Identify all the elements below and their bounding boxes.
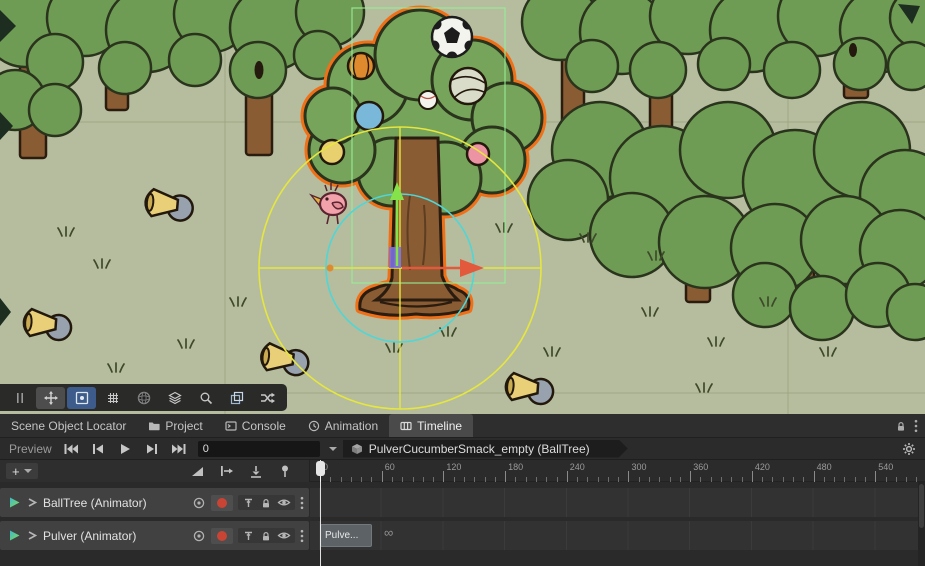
record-button[interactable] xyxy=(211,528,233,544)
panel-tab-bar: Scene Object Locator Project Console Ani… xyxy=(0,414,925,438)
cube-icon xyxy=(351,443,363,455)
tab-label: Animation xyxy=(325,419,378,433)
preview-toggle-button[interactable]: Preview xyxy=(4,442,57,456)
timeline-playback-bar: Preview 0 PulverCucumberSmack_empty (Bal… xyxy=(0,438,925,460)
zoom-tool[interactable] xyxy=(191,387,220,409)
track-name: BallTree (Animator) xyxy=(43,496,147,510)
scene-view[interactable] xyxy=(0,0,925,414)
sphere-tool[interactable] xyxy=(129,387,158,409)
track-lane-pulver[interactable]: Pulve... ∞ xyxy=(310,521,918,550)
tab-timeline[interactable]: Timeline xyxy=(389,414,473,437)
timeline-tracks-area[interactable]: BallTree (Animator) Pulver (Animator) xyxy=(0,482,925,566)
eye-icon[interactable] xyxy=(277,497,291,508)
track-toggles xyxy=(238,528,295,543)
volleyball-sprite xyxy=(450,68,486,104)
timeline-header: + 060120180240300360420480540 xyxy=(0,460,925,482)
scene-preview-icon[interactable] xyxy=(192,496,206,510)
track-header-pulver[interactable]: Pulver (Animator) xyxy=(0,521,309,550)
track-header-balltree[interactable]: BallTree (Animator) xyxy=(0,488,309,517)
animator-track-icon xyxy=(8,529,21,542)
go-to-end-button[interactable] xyxy=(167,440,192,458)
play-button[interactable] xyxy=(113,440,138,458)
dropdown-caret-icon[interactable] xyxy=(329,447,337,455)
next-frame-button[interactable] xyxy=(140,440,165,458)
breadcrumb[interactable]: PulverCucumberSmack_empty (BallTree) xyxy=(343,440,628,458)
drag-handle-icon[interactable] xyxy=(5,387,34,409)
scene-preview-icon[interactable] xyxy=(192,529,206,543)
insert-frame-icon[interactable] xyxy=(248,464,264,479)
scene-toolbar xyxy=(0,384,287,411)
track-row: Pulver (Animator) Pulve... ∞ xyxy=(0,521,925,550)
track-toggles xyxy=(238,495,295,510)
breadcrumb-label: PulverCucumberSmack_empty (BallTree) xyxy=(369,442,590,456)
move-tool[interactable] xyxy=(36,387,65,409)
avatar-icon xyxy=(26,529,38,542)
shuffle-tool[interactable] xyxy=(253,387,282,409)
scene-locator-tool[interactable] xyxy=(67,387,96,409)
unity-editor-window: Scene Object Locator Project Console Ani… xyxy=(0,0,925,566)
track-row: BallTree (Animator) xyxy=(0,488,925,517)
tab-animation[interactable]: Animation xyxy=(297,414,389,437)
clock-icon xyxy=(308,420,320,432)
timeline-toolbar: + xyxy=(0,460,310,482)
scrollbar-handle[interactable] xyxy=(919,484,924,528)
vertical-scrollbar[interactable] xyxy=(918,482,925,566)
track-lane-balltree[interactable] xyxy=(310,488,918,517)
animation-clip[interactable]: Pulve... xyxy=(320,524,372,547)
timeline-settings-button[interactable] xyxy=(897,442,921,456)
pin-icon[interactable] xyxy=(277,464,293,478)
add-track-label: + xyxy=(12,464,20,479)
dropdown-caret-icon xyxy=(24,469,32,477)
track-menu-icon[interactable] xyxy=(300,529,304,543)
duplicate-tool[interactable] xyxy=(222,387,251,409)
timeline-ruler[interactable]: 060120180240300360420480540 xyxy=(310,460,925,482)
baseball-sprite xyxy=(419,91,437,109)
record-button[interactable] xyxy=(211,495,233,511)
curves-view-icon[interactable] xyxy=(190,464,206,478)
playhead-marker[interactable] xyxy=(316,461,325,476)
tab-label: Scene Object Locator xyxy=(11,419,126,433)
record-icon xyxy=(217,531,227,541)
pin-track-icon[interactable] xyxy=(242,529,255,542)
tab-project[interactable]: Project xyxy=(137,414,213,437)
tab-console[interactable]: Console xyxy=(214,414,297,437)
infinity-symbol: ∞ xyxy=(384,525,393,540)
track-name: Pulver (Animator) xyxy=(43,529,136,543)
blue-ball-sprite xyxy=(355,102,383,130)
lock-icon[interactable] xyxy=(895,420,907,432)
previous-frame-button[interactable] xyxy=(86,440,111,458)
folder-icon xyxy=(148,420,160,432)
eye-icon[interactable] xyxy=(277,530,291,541)
timeline-icon xyxy=(400,420,412,432)
frame-number-value: 0 xyxy=(203,443,209,455)
gear-icon xyxy=(902,442,916,456)
go-to-start-button[interactable] xyxy=(59,440,84,458)
animator-track-icon xyxy=(8,496,21,509)
tab-label: Console xyxy=(242,419,286,433)
lock-track-icon[interactable] xyxy=(260,497,272,509)
tab-scene-object-locator[interactable]: Scene Object Locator xyxy=(0,414,137,437)
frame-number-field[interactable]: 0 xyxy=(198,441,320,457)
tab-label: Timeline xyxy=(417,419,462,433)
grid-tool[interactable] xyxy=(98,387,127,409)
console-icon xyxy=(225,420,237,432)
track-menu-icon[interactable] xyxy=(300,496,304,510)
breadcrumb-bar: PulverCucumberSmack_empty (BallTree) xyxy=(343,438,921,460)
tab-label: Project xyxy=(165,419,202,433)
record-icon xyxy=(217,498,227,508)
add-track-button[interactable]: + xyxy=(6,463,38,479)
play-range-icon[interactable] xyxy=(219,464,235,478)
pin-track-icon[interactable] xyxy=(242,496,255,509)
layers-tool[interactable] xyxy=(160,387,189,409)
kebab-menu-icon[interactable] xyxy=(914,419,918,433)
lock-track-icon[interactable] xyxy=(260,530,272,542)
scene-canvas[interactable] xyxy=(0,0,925,414)
avatar-icon xyxy=(26,496,38,509)
